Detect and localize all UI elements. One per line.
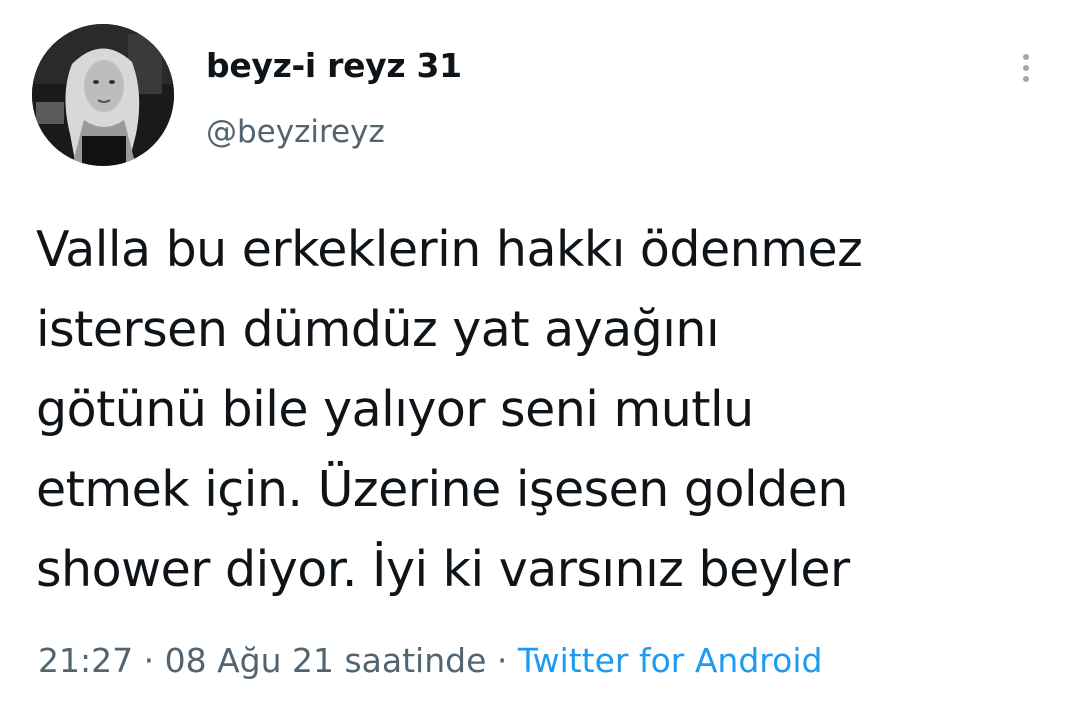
- user-handle[interactable]: @beyzireyz: [206, 114, 385, 150]
- display-name[interactable]: beyz-i reyz 31: [206, 46, 462, 85]
- more-options-button[interactable]: [1010, 48, 1042, 88]
- tweet-time[interactable]: 21:27: [38, 641, 133, 680]
- tweet-card: beyz-i reyz 31 @beyzireyz Valla bu erkek…: [0, 0, 1075, 722]
- profile-photo-icon: [32, 24, 174, 166]
- more-vertical-icon-dot: [1023, 65, 1029, 71]
- tweet-source-link[interactable]: Twitter for Android: [518, 641, 823, 680]
- tweet-text: Valla bu erkeklerin hakkı ödenmez isters…: [36, 221, 863, 598]
- tweet-meta: 21:27 · 08 Ağu 21 saatinde · Twitter for…: [38, 641, 822, 680]
- more-vertical-icon: [1023, 54, 1029, 60]
- tweet-date[interactable]: 08 Ağu 21 saatinde: [165, 641, 487, 680]
- more-vertical-icon-dot: [1023, 76, 1029, 82]
- meta-separator: ·: [486, 641, 518, 680]
- avatar[interactable]: [32, 24, 174, 166]
- meta-separator: ·: [133, 641, 165, 680]
